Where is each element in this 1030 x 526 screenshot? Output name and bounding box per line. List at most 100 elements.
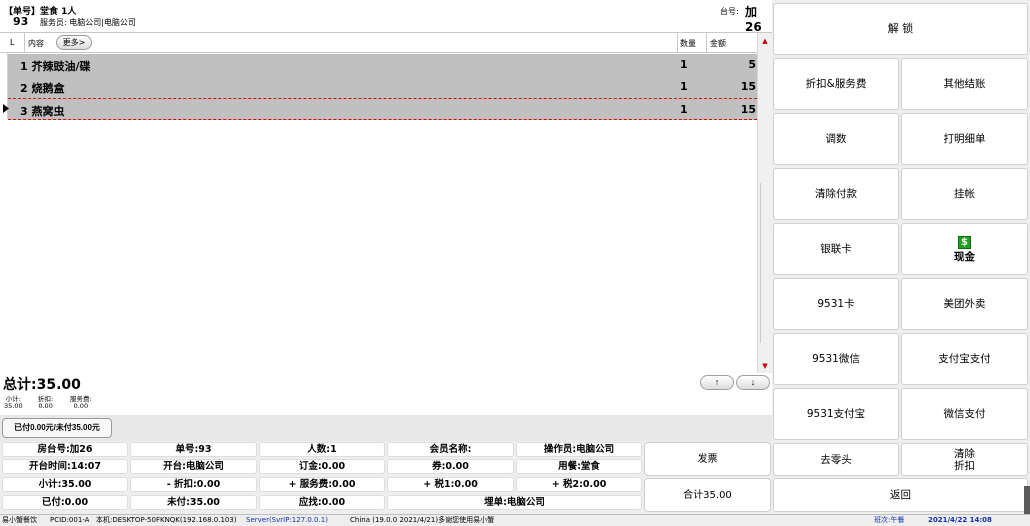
clear-discount-button[interactable]: 清除 折扣 <box>901 443 1028 476</box>
edge-scroll-handle[interactable] <box>1024 486 1030 514</box>
pos-window: 【单号】 堂食 1人 93 服务员: 电脑公司|电脑公司 台号: 加26 L 内… <box>0 0 1030 526</box>
info-unpaid: 未付:35.00 <box>130 495 257 510</box>
info-deposit: 订金:0.00 <box>259 459 385 474</box>
info-coupon: 券:0.00 <box>387 459 514 474</box>
subtotal-item: 小计: 35.00 <box>4 396 23 410</box>
row-amount: 5 <box>748 58 756 71</box>
cash-button[interactable]: $ 现金 <box>901 223 1028 275</box>
grid-scrollbar[interactable]: ▲ ▼ <box>757 33 772 374</box>
unlock-button[interactable]: 解 锁 <box>773 3 1028 55</box>
discount-item: 折扣: 0.00 <box>38 396 53 410</box>
col-divider <box>677 33 678 53</box>
status-server: Server(SvrIP:127.0.0.1) <box>246 516 328 524</box>
order-row-3[interactable]: 3 燕窝虫 1 15 <box>8 98 757 120</box>
info-open-time: 开台时间:14:07 <box>2 459 128 474</box>
wechat-pay-button[interactable]: 微信支付 <box>901 388 1028 440</box>
card-9531-button[interactable]: 9531卡 <box>773 278 899 330</box>
grand-total: 总计:35.00 <box>3 377 81 393</box>
status-pcid: PCID:001-A <box>50 516 90 524</box>
col-amount: 金额 <box>710 39 726 48</box>
info-operator: 操作员:电脑公司 <box>516 442 642 457</box>
other-checkout-button[interactable]: 其他结账 <box>901 58 1028 110</box>
info-order-no: 单号:93 <box>130 442 257 457</box>
info-subtotal: 小计:35.00 <box>2 477 128 492</box>
col-divider <box>24 33 25 53</box>
dine-type: 堂食 1人 <box>40 7 77 17</box>
unionpay-button[interactable]: 银联卡 <box>773 223 899 275</box>
row-qty: 1 <box>680 58 688 71</box>
col-line: L <box>10 38 15 47</box>
service-fee-value: 0.00 <box>73 402 89 410</box>
status-version: China (19.0.0 2021/4/21)多谢您使用易小蟹 <box>350 516 495 524</box>
order-grid[interactable]: L 内容 更多> 数量 金额 1 芥辣豉油/碟 1 5 2 烧鹅盒 1 15 3… <box>0 32 772 374</box>
back-button[interactable]: 返回 <box>773 478 1028 512</box>
col-qty: 数量 <box>680 39 696 48</box>
alipay-button[interactable]: 支付宝支付 <box>901 333 1028 385</box>
row-amount: 15 <box>740 103 756 116</box>
row-qty: 1 <box>680 80 688 93</box>
meituan-button[interactable]: 美团外卖 <box>901 278 1028 330</box>
more-button[interactable]: 更多> <box>56 35 92 50</box>
row-number: 1 <box>20 60 28 73</box>
subtotal-strip: 小计: 35.00 折扣: 0.00 服务费: 0.00 <box>0 393 772 415</box>
service-fee-item: 服务费: 0.00 <box>70 396 92 410</box>
dish-name: 燕窝虫 <box>31 105 65 118</box>
row-pointer-icon <box>3 104 9 114</box>
round-off-button[interactable]: 去零头 <box>773 443 899 476</box>
move-up-button[interactable]: ↑ <box>700 375 734 390</box>
discount-value: 0.00 <box>38 402 53 410</box>
staff-info: 服务员: 电脑公司|电脑公司 <box>40 18 136 27</box>
grid-header: L 内容 更多> 数量 金额 <box>0 33 757 53</box>
info-billed-by: 埋单:电脑公司 <box>387 495 642 510</box>
status-app: 易小蟹餐饮 <box>2 516 37 524</box>
info-guests: 人数:1 <box>259 442 385 457</box>
dish-name: 烧鹅盒 <box>31 82 65 95</box>
col-divider <box>706 33 707 53</box>
info-change: 应找:0.00 <box>259 495 385 510</box>
table-number: 加26 <box>745 5 762 34</box>
order-row-1[interactable]: 1 芥辣豉油/碟 1 5 <box>8 54 757 76</box>
row-number: 3 <box>20 105 28 118</box>
invoice-button[interactable]: 发票 <box>644 442 771 476</box>
adjust-qty-button[interactable]: 调数 <box>773 113 899 165</box>
status-shift: 班次:午餐 <box>874 516 905 524</box>
status-datetime: 2021/4/22 14:08 <box>928 516 992 524</box>
row-number: 2 <box>20 82 28 95</box>
info-tax1: + 税1:0.00 <box>387 477 514 492</box>
status-host: 本机:DESKTOP-50FKNQK(192.168.0.103) <box>96 516 237 524</box>
charge-account-button[interactable]: 挂帐 <box>901 168 1028 220</box>
move-down-button[interactable]: ↓ <box>736 375 770 390</box>
info-discount: - 折扣:0.00 <box>130 477 257 492</box>
total-bar: 总计:35.00 ↑ ↓ <box>0 373 772 393</box>
discount-service-button[interactable]: 折扣&服务费 <box>773 58 899 110</box>
scroll-down-icon[interactable]: ▼ <box>758 359 772 373</box>
print-detail-button[interactable]: 打明细单 <box>901 113 1028 165</box>
row-qty: 1 <box>680 103 688 116</box>
table-label: 台号: <box>720 7 739 16</box>
paid-status-button[interactable]: 已付0.00元/未付35.00元 <box>2 418 112 438</box>
subtotal-value: 35.00 <box>4 402 23 410</box>
info-paid: 已付:0.00 <box>2 495 128 510</box>
clear-payment-button[interactable]: 清除付款 <box>773 168 899 220</box>
info-table-no: 房台号:加26 <box>2 442 128 457</box>
info-opened-by: 开台:电脑公司 <box>130 459 257 474</box>
col-content: 内容 <box>28 39 44 48</box>
alipay-9531-button[interactable]: 9531支付宝 <box>773 388 899 440</box>
info-service-fee: + 服务费:0.00 <box>259 477 385 492</box>
order-header: 【单号】 堂食 1人 93 服务员: 电脑公司|电脑公司 台号: 加26 <box>0 0 772 34</box>
order-number: 93 <box>13 15 29 28</box>
row-amount: 15 <box>740 80 756 93</box>
dollar-icon: $ <box>958 235 971 249</box>
wechat-9531-button[interactable]: 9531微信 <box>773 333 899 385</box>
sum-button[interactable]: 合计35.00 <box>644 478 771 512</box>
paid-row: 已付0.00元/未付35.00元 <box>0 415 772 441</box>
cash-label: 现金 <box>954 250 975 263</box>
info-member: 会员名称: <box>387 442 514 457</box>
dish-name: 芥辣豉油/碟 <box>31 60 91 73</box>
scroll-up-icon[interactable]: ▲ <box>758 34 772 48</box>
order-row-2[interactable]: 2 烧鹅盒 1 15 <box>8 76 757 98</box>
scroll-track[interactable] <box>760 183 770 343</box>
status-bar: 易小蟹餐饮 PCID:001-A 本机:DESKTOP-50FKNQK(192.… <box>0 514 1030 526</box>
info-tax2: + 税2:0.00 <box>516 477 642 492</box>
info-dining-type: 用餐:堂食 <box>516 459 642 474</box>
